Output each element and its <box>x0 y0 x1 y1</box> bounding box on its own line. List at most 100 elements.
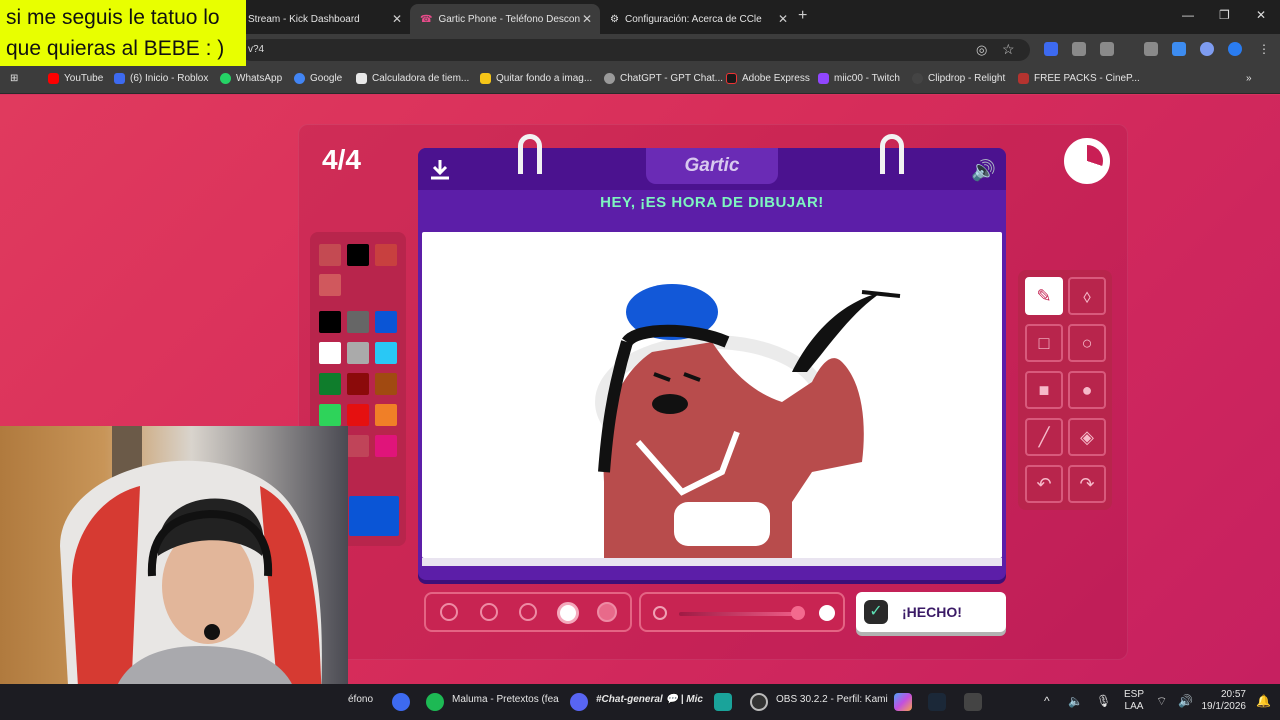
bookmark-calculadora[interactable]: Calculadora de tiem... <box>356 73 469 84</box>
apps-icon[interactable]: ⊞ <box>10 73 18 84</box>
color-swatch[interactable] <box>375 342 397 364</box>
recent-color-swatch[interactable] <box>375 244 397 266</box>
minimize-icon[interactable]: — <box>1182 8 1194 22</box>
bookmark-label: Clipdrop - Relight <box>928 73 1006 84</box>
size-4-selected[interactable] <box>557 602 579 624</box>
bookmark-google[interactable]: Google <box>294 73 342 84</box>
bookmark-quitar-fondo[interactable]: Quitar fondo a imag... <box>480 73 592 84</box>
new-tab-button[interactable]: + <box>798 7 807 25</box>
opacity-slider[interactable] <box>639 592 845 632</box>
sidebar-icon[interactable] <box>1172 42 1186 56</box>
color-swatch[interactable] <box>347 342 369 364</box>
color-swatch[interactable] <box>347 373 369 395</box>
copilot-icon[interactable] <box>894 693 912 711</box>
opacity-thumb[interactable] <box>791 606 805 620</box>
image-icon <box>480 73 491 84</box>
circle-fill-tool[interactable]: ● <box>1068 371 1106 409</box>
size-3[interactable] <box>519 603 537 621</box>
taskbar-item[interactable]: OBS 30.2.2 - Perfil: Kami <box>776 694 888 705</box>
window-close-icon[interactable]: ✕ <box>1256 8 1266 22</box>
done-button[interactable]: ✓ ¡HECHO! <box>856 592 1006 632</box>
bookmark-freepacks[interactable]: FREE PACKS - CineP... <box>1018 73 1140 84</box>
speaker-icon[interactable]: 🔈 <box>1068 694 1083 708</box>
clock[interactable]: 20:57 19/1/2026 <box>1196 689 1247 713</box>
close-icon[interactable]: ✕ <box>778 12 788 26</box>
line-tool[interactable]: ╱ <box>1025 418 1063 456</box>
mic-icon[interactable]: 🎙 <box>1096 694 1111 708</box>
lang-code: ESP <box>1124 689 1145 700</box>
extension-icon[interactable] <box>1044 42 1058 56</box>
profile-icon[interactable] <box>1200 42 1214 56</box>
extension-icon[interactable] <box>1072 42 1086 56</box>
color-swatch[interactable] <box>347 311 369 333</box>
close-icon[interactable]: ✕ <box>582 12 592 26</box>
app-icon[interactable] <box>714 693 732 711</box>
color-swatch[interactable] <box>375 373 397 395</box>
redo-tool[interactable]: ↷ <box>1068 465 1106 503</box>
color-swatch[interactable] <box>375 435 397 457</box>
menu-icon[interactable]: ⋮ <box>1258 42 1270 56</box>
star-icon[interactable]: ☆ <box>1002 41 1015 58</box>
drawing-canvas[interactable] <box>422 232 1002 558</box>
chevron-right-icon[interactable]: » <box>1246 73 1252 84</box>
puzzle-icon[interactable] <box>1100 42 1114 56</box>
bookmark-adobe[interactable]: Adobe Express <box>726 73 810 84</box>
size-2[interactable] <box>480 603 498 621</box>
color-swatch[interactable] <box>319 404 341 426</box>
maximize-icon[interactable]: ❐ <box>1219 8 1230 22</box>
pencil-tool[interactable]: ✎ <box>1025 277 1063 315</box>
tab-gartic[interactable]: ☎ Gartic Phone - Teléfono Descon ✕ <box>410 4 600 34</box>
bookmark-youtube[interactable]: YouTube <box>48 73 103 84</box>
browser-icon[interactable] <box>392 693 410 711</box>
rect-fill-tool[interactable]: ■ <box>1025 371 1063 409</box>
bookmark-roblox[interactable]: (6) Inicio - Roblox <box>114 73 208 84</box>
download-icon[interactable] <box>428 158 452 182</box>
media-icon[interactable] <box>1144 42 1158 56</box>
color-swatch[interactable] <box>375 404 397 426</box>
wifi-icon[interactable]: ⌔ <box>1156 694 1167 709</box>
chevron-up-icon[interactable]: ^ <box>1044 694 1050 708</box>
size-5[interactable] <box>597 602 617 622</box>
bookmark-clipdrop[interactable]: Clipdrop - Relight <box>912 73 1005 84</box>
color-swatch[interactable] <box>347 404 369 426</box>
color-swatch[interactable] <box>319 311 341 333</box>
close-icon[interactable]: ✕ <box>392 12 402 26</box>
recent-color-swatch[interactable] <box>319 274 341 296</box>
eye-off-icon[interactable]: ◎ <box>976 42 987 58</box>
eraser-tool[interactable]: ⬨ <box>1068 277 1106 315</box>
recent-color-swatch[interactable] <box>319 244 341 266</box>
tab-kick[interactable]: Stream - Kick Dashboard ✕ <box>238 4 410 34</box>
recent-color-swatch[interactable] <box>347 244 369 266</box>
url-field[interactable]: v?4 <box>240 39 1030 61</box>
tab-label: Gartic Phone - Teléfono Descon <box>438 13 581 25</box>
selected-color-swatch[interactable] <box>349 496 399 536</box>
taskbar-item[interactable]: Maluma - Pretextos (fea <box>452 694 559 705</box>
bookmark-chatgpt[interactable]: ChatGPT - GPT Chat... <box>604 73 723 84</box>
size-1[interactable] <box>440 603 458 621</box>
tab-settings[interactable]: ⚙ Configuración: Acerca de CCle ✕ <box>600 4 796 34</box>
color-swatch[interactable] <box>319 373 341 395</box>
timer-icon <box>1064 138 1110 184</box>
bookmark-twitch[interactable]: miic00 - Twitch <box>818 73 900 84</box>
discord-icon[interactable] <box>570 693 588 711</box>
app-icon[interactable] <box>964 693 982 711</box>
color-swatch[interactable] <box>375 311 397 333</box>
rect-outline-tool[interactable]: □ <box>1025 324 1063 362</box>
bookmark-label: (6) Inicio - Roblox <box>130 73 209 84</box>
color-swatch[interactable] <box>347 435 369 457</box>
update-icon[interactable] <box>1228 42 1242 56</box>
obs-icon[interactable] <box>750 693 768 711</box>
color-swatch[interactable] <box>319 342 341 364</box>
language-indicator[interactable]: ESP LAA <box>1124 689 1144 713</box>
taskbar-item[interactable]: #Chat-general 💬 | Mic <box>596 694 703 705</box>
undo-tool[interactable]: ↶ <box>1025 465 1063 503</box>
steam-icon[interactable] <box>928 693 946 711</box>
spotify-icon[interactable] <box>426 693 444 711</box>
taskbar-item[interactable]: éfono <box>348 694 373 705</box>
volume-icon[interactable]: 🔊 <box>971 158 996 183</box>
volume-tray-icon[interactable]: 🔊 <box>1178 694 1193 708</box>
notification-icon[interactable]: 🔔 <box>1256 694 1271 708</box>
bookmark-whatsapp[interactable]: WhatsApp <box>220 73 282 84</box>
fill-tool[interactable]: ◈ <box>1068 418 1106 456</box>
circle-outline-tool[interactable]: ○ <box>1068 324 1106 362</box>
